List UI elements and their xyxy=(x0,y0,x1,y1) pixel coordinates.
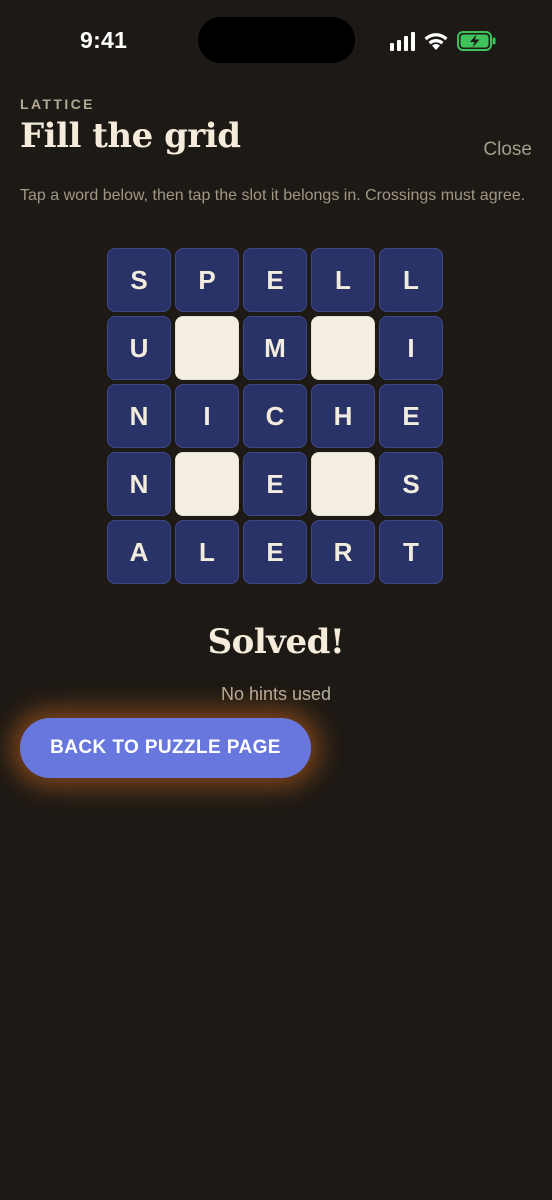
grid-letter-cell[interactable]: S xyxy=(107,248,171,312)
dynamic-island xyxy=(198,17,355,63)
instructions-text: Tap a word below, then tap the slot it b… xyxy=(20,187,526,204)
grid-block-cell xyxy=(175,452,239,516)
screen: 9:41 LATTICE Fill the grid Close Tap a w… xyxy=(0,0,552,1200)
crossword-grid: SPELLUMINICHENESALERT xyxy=(107,248,445,586)
grid-letter-cell[interactable]: N xyxy=(107,384,171,448)
battery-charging-icon xyxy=(457,31,497,51)
grid-letter-cell[interactable]: L xyxy=(175,520,239,584)
app-eyebrow: LATTICE xyxy=(20,96,95,112)
grid-letter-cell[interactable]: T xyxy=(379,520,443,584)
wifi-icon xyxy=(423,31,449,51)
grid-letter-cell[interactable]: I xyxy=(379,316,443,380)
solved-title: Solved! xyxy=(207,622,345,662)
grid-letter-cell[interactable]: P xyxy=(175,248,239,312)
grid-letter-cell[interactable]: L xyxy=(311,248,375,312)
grid-block-cell xyxy=(175,316,239,380)
grid-letter-cell[interactable]: U xyxy=(107,316,171,380)
grid-letter-cell[interactable]: E xyxy=(243,248,307,312)
hints-status: No hints used xyxy=(220,684,332,704)
grid-letter-cell[interactable]: M xyxy=(243,316,307,380)
status-bar: 9:41 xyxy=(0,0,552,80)
status-icons xyxy=(390,28,497,54)
grid-block-cell xyxy=(311,316,375,380)
grid-block-cell xyxy=(311,452,375,516)
grid-letter-cell[interactable]: E xyxy=(243,452,307,516)
status-time: 9:41 xyxy=(80,27,128,53)
back-to-puzzle-page-button[interactable]: BACK TO PUZZLE PAGE xyxy=(20,718,311,778)
grid-letter-cell[interactable]: C xyxy=(243,384,307,448)
grid-letter-cell[interactable]: H xyxy=(311,384,375,448)
grid-letter-cell[interactable]: E xyxy=(379,384,443,448)
grid-letter-cell[interactable]: E xyxy=(243,520,307,584)
grid-letter-cell[interactable]: A xyxy=(107,520,171,584)
grid-letter-cell[interactable]: I xyxy=(175,384,239,448)
grid-letter-cell[interactable]: N xyxy=(107,452,171,516)
close-button[interactable]: Close xyxy=(483,139,532,161)
grid-letter-cell[interactable]: S xyxy=(379,452,443,516)
page-title: Fill the grid xyxy=(20,116,241,156)
grid-letter-cell[interactable]: R xyxy=(311,520,375,584)
signal-icon xyxy=(390,31,415,51)
grid-letter-cell[interactable]: L xyxy=(379,248,443,312)
